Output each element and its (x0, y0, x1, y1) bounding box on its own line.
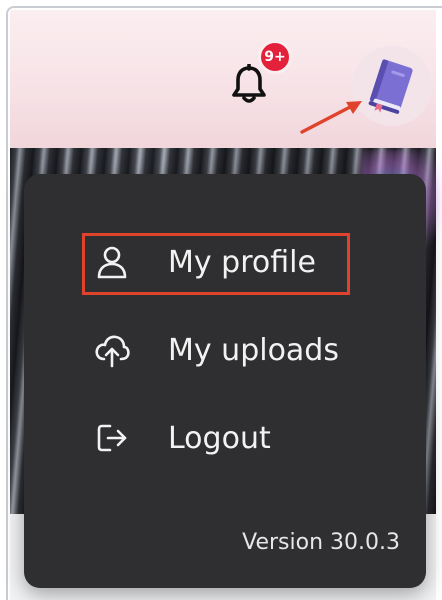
menu-item-logout[interactable]: Logout (92, 408, 392, 468)
logout-icon (92, 418, 132, 458)
notification-count-badge: 9+ (258, 40, 292, 74)
menu-item-label: My profile (168, 244, 316, 280)
app-version-label: Version 30.0.3 (242, 530, 400, 555)
menu-item-label: My uploads (168, 332, 339, 368)
menu-item-my-uploads[interactable]: My uploads (92, 320, 392, 380)
cloud-upload-icon (92, 330, 132, 370)
notification-bell-button[interactable] (229, 63, 269, 106)
book-icon (368, 59, 413, 114)
bell-icon (232, 63, 266, 103)
annotation-arrow (300, 101, 362, 134)
user-icon (92, 242, 132, 282)
menu-item-label: Logout (168, 420, 271, 456)
menu-item-my-profile[interactable]: My profile (92, 232, 392, 292)
